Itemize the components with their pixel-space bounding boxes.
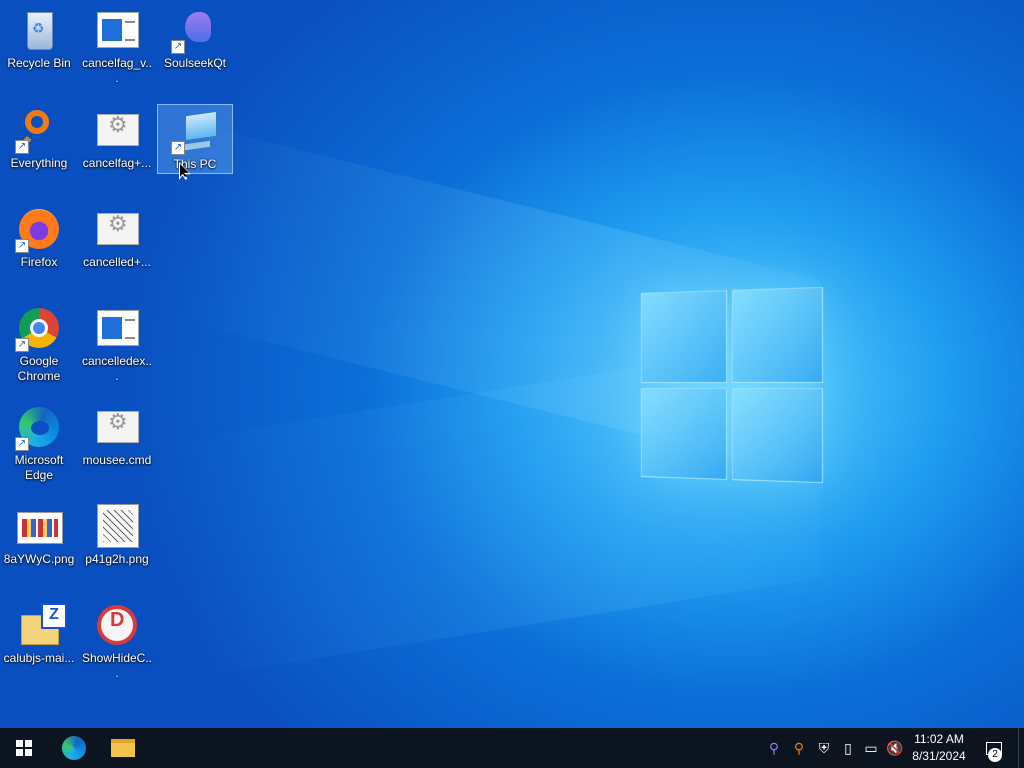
batch-file-icon xyxy=(97,114,139,146)
image-file-icon xyxy=(17,512,63,544)
document-icon xyxy=(97,12,139,48)
desktop-icon-cancelled-plus[interactable]: cancelled+... xyxy=(79,203,155,270)
desktop-icon-label: SoulseekQt xyxy=(163,56,227,70)
desktop-icon-label: cancelfag_v... xyxy=(82,56,152,85)
desktop-icon-label: p41g2h.png xyxy=(85,552,149,566)
soulseek-tray-icon[interactable]: ⚲ xyxy=(764,728,784,768)
desktop-icon-label: cancelledex... xyxy=(81,354,153,383)
document-icon xyxy=(97,310,139,346)
desktop-icon-label: Google Chrome xyxy=(17,354,61,383)
desktop-icon-label: cancelfag+... xyxy=(82,156,152,170)
shortcut-arrow-icon: ↗ xyxy=(15,239,29,253)
system-clock[interactable]: 11:02 AM 8/31/2024 xyxy=(906,731,972,765)
volume-muted-icon[interactable]: 🔇 xyxy=(884,728,906,768)
desktop-icon-8aywyc-png[interactable]: 8aYWyC.png xyxy=(1,500,77,567)
this-pc-icon xyxy=(185,110,217,142)
desktop-icon-recycle-bin[interactable]: Recycle Bin xyxy=(1,4,77,71)
shortcut-arrow-icon: ↗ xyxy=(15,338,29,352)
windows-logo xyxy=(640,286,823,484)
desktop-icon-p41g2h-png[interactable]: p41g2h.png xyxy=(79,500,155,567)
desktop-icon-showhidec[interactable]: ShowHideC... xyxy=(79,599,155,681)
desktop-icon-label: Recycle Bin xyxy=(7,56,71,70)
desktop-icon-soulseekqt[interactable]: ↗ SoulseekQt xyxy=(157,4,233,71)
desktop-icon-cancelfag-v[interactable]: cancelfag_v... xyxy=(79,4,155,86)
desktop-icon-label: Microsoft Edge xyxy=(14,453,64,482)
desktop-icon-cancelfag-plus[interactable]: cancelfag+... xyxy=(79,104,155,171)
edge-icon xyxy=(62,736,86,760)
everything-search-icon xyxy=(25,110,49,134)
desktop-icon-label: mousee.cmd xyxy=(82,453,152,467)
shortcut-arrow-icon: ↗ xyxy=(171,40,185,54)
image-file-icon xyxy=(97,504,139,548)
taskbar: ⚲ ⚲ ⛨ ▯ ▭ 🔇 11:02 AM 8/31/2024 2 xyxy=(0,728,1024,768)
taskbar-edge-button[interactable] xyxy=(50,728,98,768)
desktop-icon-label: ShowHideC... xyxy=(81,651,153,680)
showhide-icon xyxy=(97,605,137,645)
desktop-icon-this-pc[interactable]: ↗ This PC xyxy=(157,104,233,174)
desktop-icon-calubjs[interactable]: calubjs-mai... xyxy=(1,599,77,666)
desktop-icon-label: calubjs-mai... xyxy=(3,651,75,665)
shortcut-arrow-icon: ↗ xyxy=(171,141,185,155)
desktop-icon-label: 8aYWyC.png xyxy=(3,552,75,566)
security-shield-icon[interactable]: ⛨ xyxy=(813,728,835,768)
batch-file-icon xyxy=(97,213,139,245)
desktop-icon-label: cancelled+... xyxy=(83,255,151,269)
network-icon[interactable]: ▭ xyxy=(860,728,882,768)
desktop-icon-cancelledex[interactable]: cancelledex... xyxy=(79,302,155,384)
clock-time: 11:02 AM xyxy=(914,732,964,746)
recycle-bin-icon xyxy=(27,12,53,50)
start-button[interactable] xyxy=(0,728,48,768)
zip-folder-icon xyxy=(21,603,67,645)
usb-device-icon[interactable]: ▯ xyxy=(837,728,859,768)
desktop-icon-label: This PC xyxy=(173,157,217,171)
desktop-icon-mousee-cmd[interactable]: mousee.cmd xyxy=(79,401,155,468)
desktop-icon-google-chrome[interactable]: ↗ Google Chrome xyxy=(1,302,77,384)
shortcut-arrow-icon: ↗ xyxy=(15,437,29,451)
desktop-icon-label: Everything xyxy=(10,156,68,170)
batch-file-icon xyxy=(97,411,139,443)
shortcut-arrow-icon: ↗ xyxy=(15,140,29,154)
desktop-icon-firefox[interactable]: ↗ Firefox xyxy=(1,203,77,270)
show-desktop-button[interactable] xyxy=(1018,728,1024,768)
everything-tray-icon[interactable]: ⚲ xyxy=(788,728,810,768)
desktop-icon-everything[interactable]: ↗ Everything xyxy=(1,104,77,171)
notification-count-badge: 2 xyxy=(988,748,1002,762)
folder-icon xyxy=(111,739,135,757)
windows-start-icon xyxy=(16,740,32,756)
clock-date: 8/31/2024 xyxy=(912,749,966,763)
desktop-icon-microsoft-edge[interactable]: ↗ Microsoft Edge xyxy=(1,401,77,483)
taskbar-file-explorer-button[interactable] xyxy=(99,728,147,768)
desktop-icon-label: Firefox xyxy=(20,255,58,269)
